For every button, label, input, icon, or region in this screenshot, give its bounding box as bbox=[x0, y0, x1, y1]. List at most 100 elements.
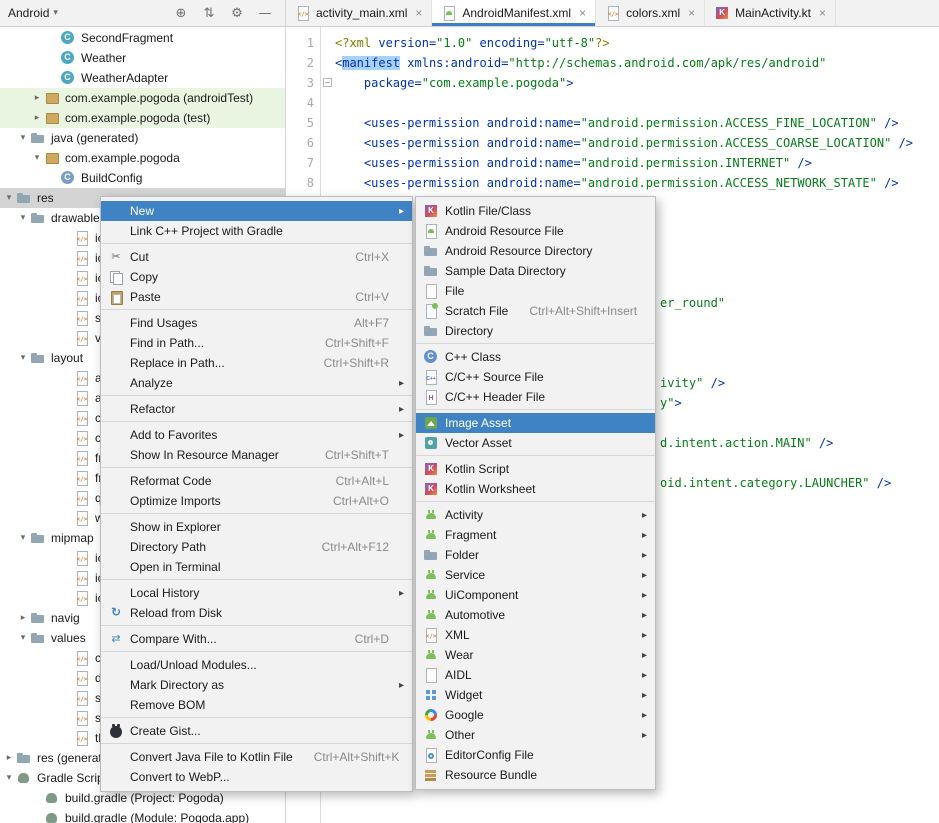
context-menu-item-cut[interactable]: CutCtrl+X bbox=[101, 247, 412, 267]
xml-file-icon bbox=[295, 5, 311, 21]
close-icon[interactable]: × bbox=[415, 7, 422, 19]
new-submenu-item-c-c-source-file[interactable]: C/C++ Source File bbox=[416, 367, 655, 387]
close-icon[interactable]: × bbox=[579, 7, 586, 19]
xml-file-icon bbox=[74, 410, 90, 426]
new-submenu-item-xml[interactable]: XML▸ bbox=[416, 625, 655, 645]
new-submenu-item-aidl[interactable]: AIDL▸ bbox=[416, 665, 655, 685]
tab-mainactivity-kt[interactable]: MainActivity.kt× bbox=[705, 0, 836, 26]
chevron-expanded-icon[interactable]: ▾ bbox=[16, 533, 30, 543]
new-submenu-item-editorconfig-file[interactable]: EditorConfig File bbox=[416, 745, 655, 765]
tree-row-weatheradapter[interactable]: WeatherAdapter bbox=[0, 68, 285, 88]
new-submenu-item-file[interactable]: File bbox=[416, 281, 655, 301]
chevron-expanded-icon[interactable]: ▾ bbox=[30, 153, 44, 163]
settings-gear-icon[interactable]: ⚙ bbox=[229, 0, 245, 27]
context-menu-item-compare-with[interactable]: Compare With...Ctrl+D bbox=[101, 629, 412, 649]
menu-item-label: Copy bbox=[130, 270, 389, 284]
new-submenu-item-c-class[interactable]: C++ Class bbox=[416, 347, 655, 367]
code-token: version bbox=[378, 36, 429, 50]
new-submenu-item-kotlin-script[interactable]: Kotlin Script bbox=[416, 459, 655, 479]
new-submenu-item-directory[interactable]: Directory bbox=[416, 321, 655, 341]
scratch-file-icon bbox=[423, 303, 439, 319]
new-submenu-item-widget[interactable]: Widget▸ bbox=[416, 685, 655, 705]
context-menu-item-convert-java-file-to-kotlin-file[interactable]: Convert Java File to Kotlin FileCtrl+Alt… bbox=[101, 747, 412, 767]
close-icon[interactable]: × bbox=[688, 7, 695, 19]
new-submenu-item-android-resource-directory[interactable]: Android Resource Directory bbox=[416, 241, 655, 261]
context-menu-item-reformat-code[interactable]: Reformat CodeCtrl+Alt+L bbox=[101, 471, 412, 491]
context-menu-item-local-history[interactable]: Local History▸ bbox=[101, 583, 412, 603]
context-menu-item-mark-directory-as[interactable]: Mark Directory as▸ bbox=[101, 675, 412, 695]
new-submenu-item-service[interactable]: Service▸ bbox=[416, 565, 655, 585]
chevron-collapsed-icon[interactable]: ▸ bbox=[30, 93, 44, 103]
tab-androidmanifest-xml[interactable]: AndroidManifest.xml× bbox=[432, 0, 596, 26]
tree-row-com-example-pogoda-androidtest[interactable]: ▸com.example.pogoda (androidTest) bbox=[0, 88, 285, 108]
context-menu-item-open-in-terminal[interactable]: Open in Terminal bbox=[101, 557, 412, 577]
context-menu-item-new[interactable]: New▸ bbox=[101, 201, 412, 221]
new-submenu-item-other[interactable]: Other▸ bbox=[416, 725, 655, 745]
menu-item-icon-slot bbox=[422, 547, 440, 563]
tree-row-com-example-pogoda-test[interactable]: ▸com.example.pogoda (test) bbox=[0, 108, 285, 128]
new-submenu-item-c-c-header-file[interactable]: C/C++ Header File bbox=[416, 387, 655, 407]
context-menu-item-link-c-project-with-gradle[interactable]: Link C++ Project with Gradle bbox=[101, 221, 412, 241]
tree-row-com-example-pogoda[interactable]: ▾com.example.pogoda bbox=[0, 148, 285, 168]
tree-row-weather[interactable]: Weather bbox=[0, 48, 285, 68]
new-submenu-item-fragment[interactable]: Fragment▸ bbox=[416, 525, 655, 545]
chevron-expanded-icon[interactable]: ▾ bbox=[16, 633, 30, 643]
tree-row-secondfragment[interactable]: SecondFragment bbox=[0, 28, 285, 48]
context-menu-item-copy[interactable]: Copy bbox=[101, 267, 412, 287]
context-menu-item-convert-to-webp[interactable]: Convert to WebP... bbox=[101, 767, 412, 787]
chevron-expanded-icon[interactable]: ▾ bbox=[16, 133, 30, 143]
context-menu-item-find-in-path[interactable]: Find in Path...Ctrl+Shift+F bbox=[101, 333, 412, 353]
tree-row-java-generated[interactable]: ▾java (generated) bbox=[0, 128, 285, 148]
new-submenu-item-uicomponent[interactable]: UiComponent▸ bbox=[416, 585, 655, 605]
context-menu-item-analyze[interactable]: Analyze▸ bbox=[101, 373, 412, 393]
context-menu-item-optimize-imports[interactable]: Optimize ImportsCtrl+Alt+O bbox=[101, 491, 412, 511]
new-submenu-item-sample-data-directory[interactable]: Sample Data Directory bbox=[416, 261, 655, 281]
context-menu-item-directory-path[interactable]: Directory PathCtrl+Alt+F12 bbox=[101, 537, 412, 557]
menu-item-icon-slot bbox=[422, 223, 440, 239]
tree-row-build-gradle-module-pogoda-app[interactable]: build.gradle (Module: Pogoda.app) bbox=[0, 808, 285, 823]
new-submenu-item-google[interactable]: Google▸ bbox=[416, 705, 655, 725]
context-menu-item-refactor[interactable]: Refactor▸ bbox=[101, 399, 412, 419]
editor-gutter: 12345678 bbox=[287, 33, 320, 193]
close-icon[interactable]: × bbox=[819, 7, 826, 19]
chevron-collapsed-icon[interactable]: ▸ bbox=[2, 753, 16, 763]
chevron-collapsed-icon[interactable]: ▸ bbox=[30, 113, 44, 123]
collapse-expand-icon[interactable]: ⇅ bbox=[201, 0, 217, 27]
context-menu-item-replace-in-path[interactable]: Replace in Path...Ctrl+Shift+R bbox=[101, 353, 412, 373]
chevron-expanded-icon[interactable]: ▾ bbox=[2, 193, 16, 203]
context-menu-item-remove-bom[interactable]: Remove BOM bbox=[101, 695, 412, 715]
context-menu-item-create-gist[interactable]: Create Gist... bbox=[101, 721, 412, 741]
menu-item-label: New bbox=[130, 204, 389, 218]
chevron-expanded-icon[interactable]: ▾ bbox=[16, 213, 30, 223]
context-menu-item-reload-from-disk[interactable]: Reload from Disk bbox=[101, 603, 412, 623]
context-menu-item-add-to-favorites[interactable]: Add to Favorites▸ bbox=[101, 425, 412, 445]
new-submenu-item-wear[interactable]: Wear▸ bbox=[416, 645, 655, 665]
new-submenu-item-android-resource-file[interactable]: Android Resource File bbox=[416, 221, 655, 241]
new-submenu-item-resource-bundle[interactable]: Resource Bundle bbox=[416, 765, 655, 785]
context-menu-item-paste[interactable]: PasteCtrl+V bbox=[101, 287, 412, 307]
menu-item-icon-slot bbox=[422, 323, 440, 339]
context-menu-item-find-usages[interactable]: Find UsagesAlt+F7 bbox=[101, 313, 412, 333]
context-menu-item-load-unload-modules[interactable]: Load/Unload Modules... bbox=[101, 655, 412, 675]
new-submenu-item-scratch-file[interactable]: Scratch FileCtrl+Alt+Shift+Insert bbox=[416, 301, 655, 321]
locate-file-icon[interactable]: ⊕ bbox=[173, 0, 189, 27]
tree-row-buildconfig[interactable]: BuildConfig bbox=[0, 168, 285, 188]
new-submenu-item-activity[interactable]: Activity▸ bbox=[416, 505, 655, 525]
project-view-selector[interactable]: Android ▾ bbox=[8, 6, 58, 20]
new-submenu-item-folder[interactable]: Folder▸ bbox=[416, 545, 655, 565]
tab-activity-main-xml[interactable]: activity_main.xml× bbox=[286, 0, 432, 26]
fold-marker-icon[interactable]: − bbox=[323, 78, 332, 87]
new-submenu-item-image-asset[interactable]: Image Asset bbox=[416, 413, 655, 433]
context-menu-item-show-in-resource-manager[interactable]: Show In Resource ManagerCtrl+Shift+T bbox=[101, 445, 412, 465]
new-submenu-item-kotlin-worksheet[interactable]: Kotlin Worksheet bbox=[416, 479, 655, 499]
chevron-collapsed-icon[interactable]: ▸ bbox=[16, 613, 30, 623]
context-menu-item-show-in-explorer[interactable]: Show in Explorer bbox=[101, 517, 412, 537]
new-submenu-item-kotlin-file-class[interactable]: Kotlin File/Class bbox=[416, 201, 655, 221]
chevron-expanded-icon[interactable]: ▾ bbox=[2, 773, 16, 783]
hide-panel-icon[interactable]: — bbox=[257, 0, 273, 27]
new-submenu-item-vector-asset[interactable]: Vector Asset bbox=[416, 433, 655, 453]
chevron-expanded-icon[interactable]: ▾ bbox=[16, 353, 30, 363]
tab-colors-xml[interactable]: colors.xml× bbox=[596, 0, 705, 26]
cpp-source-icon bbox=[423, 369, 439, 385]
new-submenu-item-automotive[interactable]: Automotive▸ bbox=[416, 605, 655, 625]
